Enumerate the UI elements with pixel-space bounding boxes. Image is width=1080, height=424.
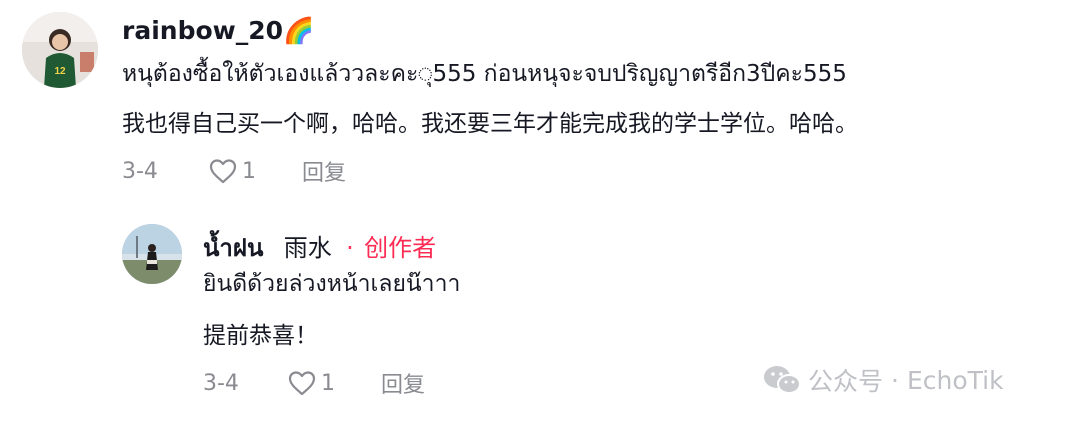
heart-icon	[209, 159, 237, 184]
username-text: rainbow_20	[122, 16, 284, 45]
reply-meta: 3-4 1 回复	[203, 367, 425, 399]
reply-button[interactable]: 回复	[302, 155, 346, 187]
wechat-icon	[764, 366, 801, 394]
comment-text-translation: 我也得自己买一个啊，哈哈。我还要三年才能完成我的学士学位。哈哈。	[122, 111, 858, 137]
avatar-photo: 12	[22, 12, 98, 88]
reply-date: 3-4	[203, 370, 239, 396]
avatar-photo	[122, 224, 182, 284]
reply-button[interactable]: 回复	[381, 367, 425, 399]
username[interactable]: rainbow_20🌈	[122, 16, 314, 46]
comment-item: 12 rainbow_20🌈 หนุต้องซื้อให้ตัวเองแล้วว…	[0, 0, 1080, 200]
like-button[interactable]: 1	[208, 157, 256, 185]
reply-text-thai: ยินดีด้วยล่วงหน้าเลยน๊าาา	[203, 271, 461, 297]
comment-text-thai: หนุต้องซื้อให้ตัวเองแล้ววละคะ◌ุ555 ก่อนห…	[122, 61, 847, 87]
rainbow-emoji: 🌈	[283, 16, 315, 45]
like-count: 1	[241, 158, 256, 184]
watermark-platform: 公众号	[808, 367, 884, 396]
heart-icon	[288, 371, 316, 396]
comment-date: 3-4	[122, 158, 158, 184]
username-translation: 雨水	[283, 234, 332, 262]
creator-badge: 创作者	[364, 234, 437, 262]
watermark-separator: ·	[891, 365, 899, 395]
svg-text:12: 12	[54, 66, 66, 77]
like-count: 1	[320, 370, 335, 396]
avatar[interactable]	[122, 224, 182, 284]
avatar[interactable]: 12	[22, 12, 98, 88]
username-text: น้ำฝน	[203, 234, 264, 262]
username[interactable]: น้ำฝน 雨水 · 创作者	[203, 228, 436, 267]
like-button[interactable]: 1	[287, 369, 335, 397]
creator-separator: ·	[346, 234, 354, 262]
comment-meta: 3-4 1 回复	[122, 155, 346, 187]
reply-text-translation: 提前恭喜！	[203, 323, 318, 349]
watermark-account: EchoTik	[906, 365, 1004, 395]
watermark: 公众号 · EchoTik	[762, 362, 1004, 398]
